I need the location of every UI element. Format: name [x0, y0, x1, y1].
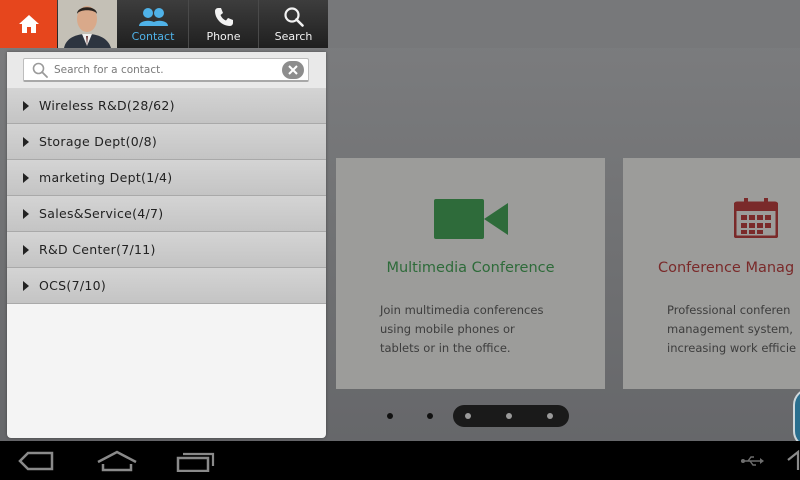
page-dot-active[interactable] [547, 413, 553, 419]
card-description: Join multimedia conferences using mobile… [380, 303, 544, 355]
search-icon [32, 62, 48, 78]
tab-contact[interactable]: Contact [118, 0, 188, 48]
avatar[interactable] [58, 0, 117, 48]
close-icon [288, 65, 298, 75]
group-item-rd-center[interactable]: R&D Center(7/11) [7, 232, 326, 268]
group-item-sales-service[interactable]: Sales&Service(4/7) [7, 196, 326, 232]
group-item-ocs[interactable]: OCS(7/10) [7, 268, 326, 304]
group-label: marketing Dept(1/4) [39, 170, 173, 185]
tab-label: Search [274, 30, 313, 43]
group-item-wireless-rd[interactable]: Wireless R&D(28/62) [7, 88, 326, 124]
expand-arrow-icon [23, 136, 29, 147]
group-item-storage-dept[interactable]: Storage Dept(0/8) [7, 124, 326, 160]
contact-group-list: Wireless R&D(28/62) Storage Dept(0/8) ma… [7, 88, 326, 304]
home-nav-icon[interactable] [96, 450, 138, 472]
phone-icon [214, 8, 233, 26]
system-navigation-bar [0, 441, 800, 480]
user-photo-icon [58, 0, 117, 48]
group-label: OCS(7/10) [39, 278, 107, 293]
contact-search-bar [7, 52, 326, 88]
tab-search[interactable]: Search [258, 0, 328, 48]
contact-search-box [23, 58, 309, 82]
home-button[interactable] [0, 0, 57, 48]
expand-arrow-icon [23, 208, 29, 219]
search-icon [283, 7, 304, 27]
tab-phone[interactable]: Phone [188, 0, 258, 48]
card-title: Multimedia Conference [386, 260, 555, 276]
home-icon [18, 15, 39, 33]
group-label: Sales&Service(4/7) [39, 206, 164, 221]
back-icon[interactable] [16, 450, 56, 472]
page-dot[interactable] [427, 413, 433, 419]
page-dot-active[interactable] [465, 413, 471, 419]
group-label: R&D Center(7/11) [39, 242, 156, 257]
group-label: Storage Dept(0/8) [39, 134, 158, 149]
group-item-marketing-dept[interactable]: marketing Dept(1/4) [7, 160, 326, 196]
page-dot-active[interactable] [506, 413, 512, 419]
contact-search-input[interactable] [54, 61, 274, 79]
arrow-up-icon [787, 450, 800, 470]
tab-label: Contact [131, 30, 175, 43]
video-camera-icon [433, 199, 508, 239]
expand-arrow-icon [23, 280, 29, 291]
people-icon [139, 8, 168, 26]
group-label: Wireless R&D(28/62) [39, 98, 175, 113]
multimedia-conference-card[interactable]: Multimedia Conference Join multimedia co… [336, 158, 605, 389]
background-header [326, 0, 800, 48]
expand-arrow-icon [23, 172, 29, 183]
calendar-icon [734, 198, 778, 238]
top-navigation-bar: Contact Phone Search [0, 0, 328, 48]
page-dot[interactable] [387, 413, 393, 419]
contact-panel: Wireless R&D(28/62) Storage Dept(0/8) ma… [7, 52, 326, 438]
floating-action-button[interactable] [793, 388, 800, 441]
page-indicator-active [453, 405, 569, 427]
card-title: Conference Manag [658, 260, 795, 276]
clear-search-button[interactable] [282, 61, 304, 79]
recent-apps-icon[interactable] [176, 450, 216, 472]
tab-label: Phone [206, 30, 241, 43]
expand-arrow-icon [23, 244, 29, 255]
expand-arrow-icon [23, 100, 29, 111]
card-description: Professional conferen management system,… [667, 303, 797, 355]
conference-management-card[interactable]: Conference Manag Professional conferen m… [623, 158, 800, 389]
usb-icon [741, 456, 764, 466]
page-indicator [380, 405, 580, 427]
